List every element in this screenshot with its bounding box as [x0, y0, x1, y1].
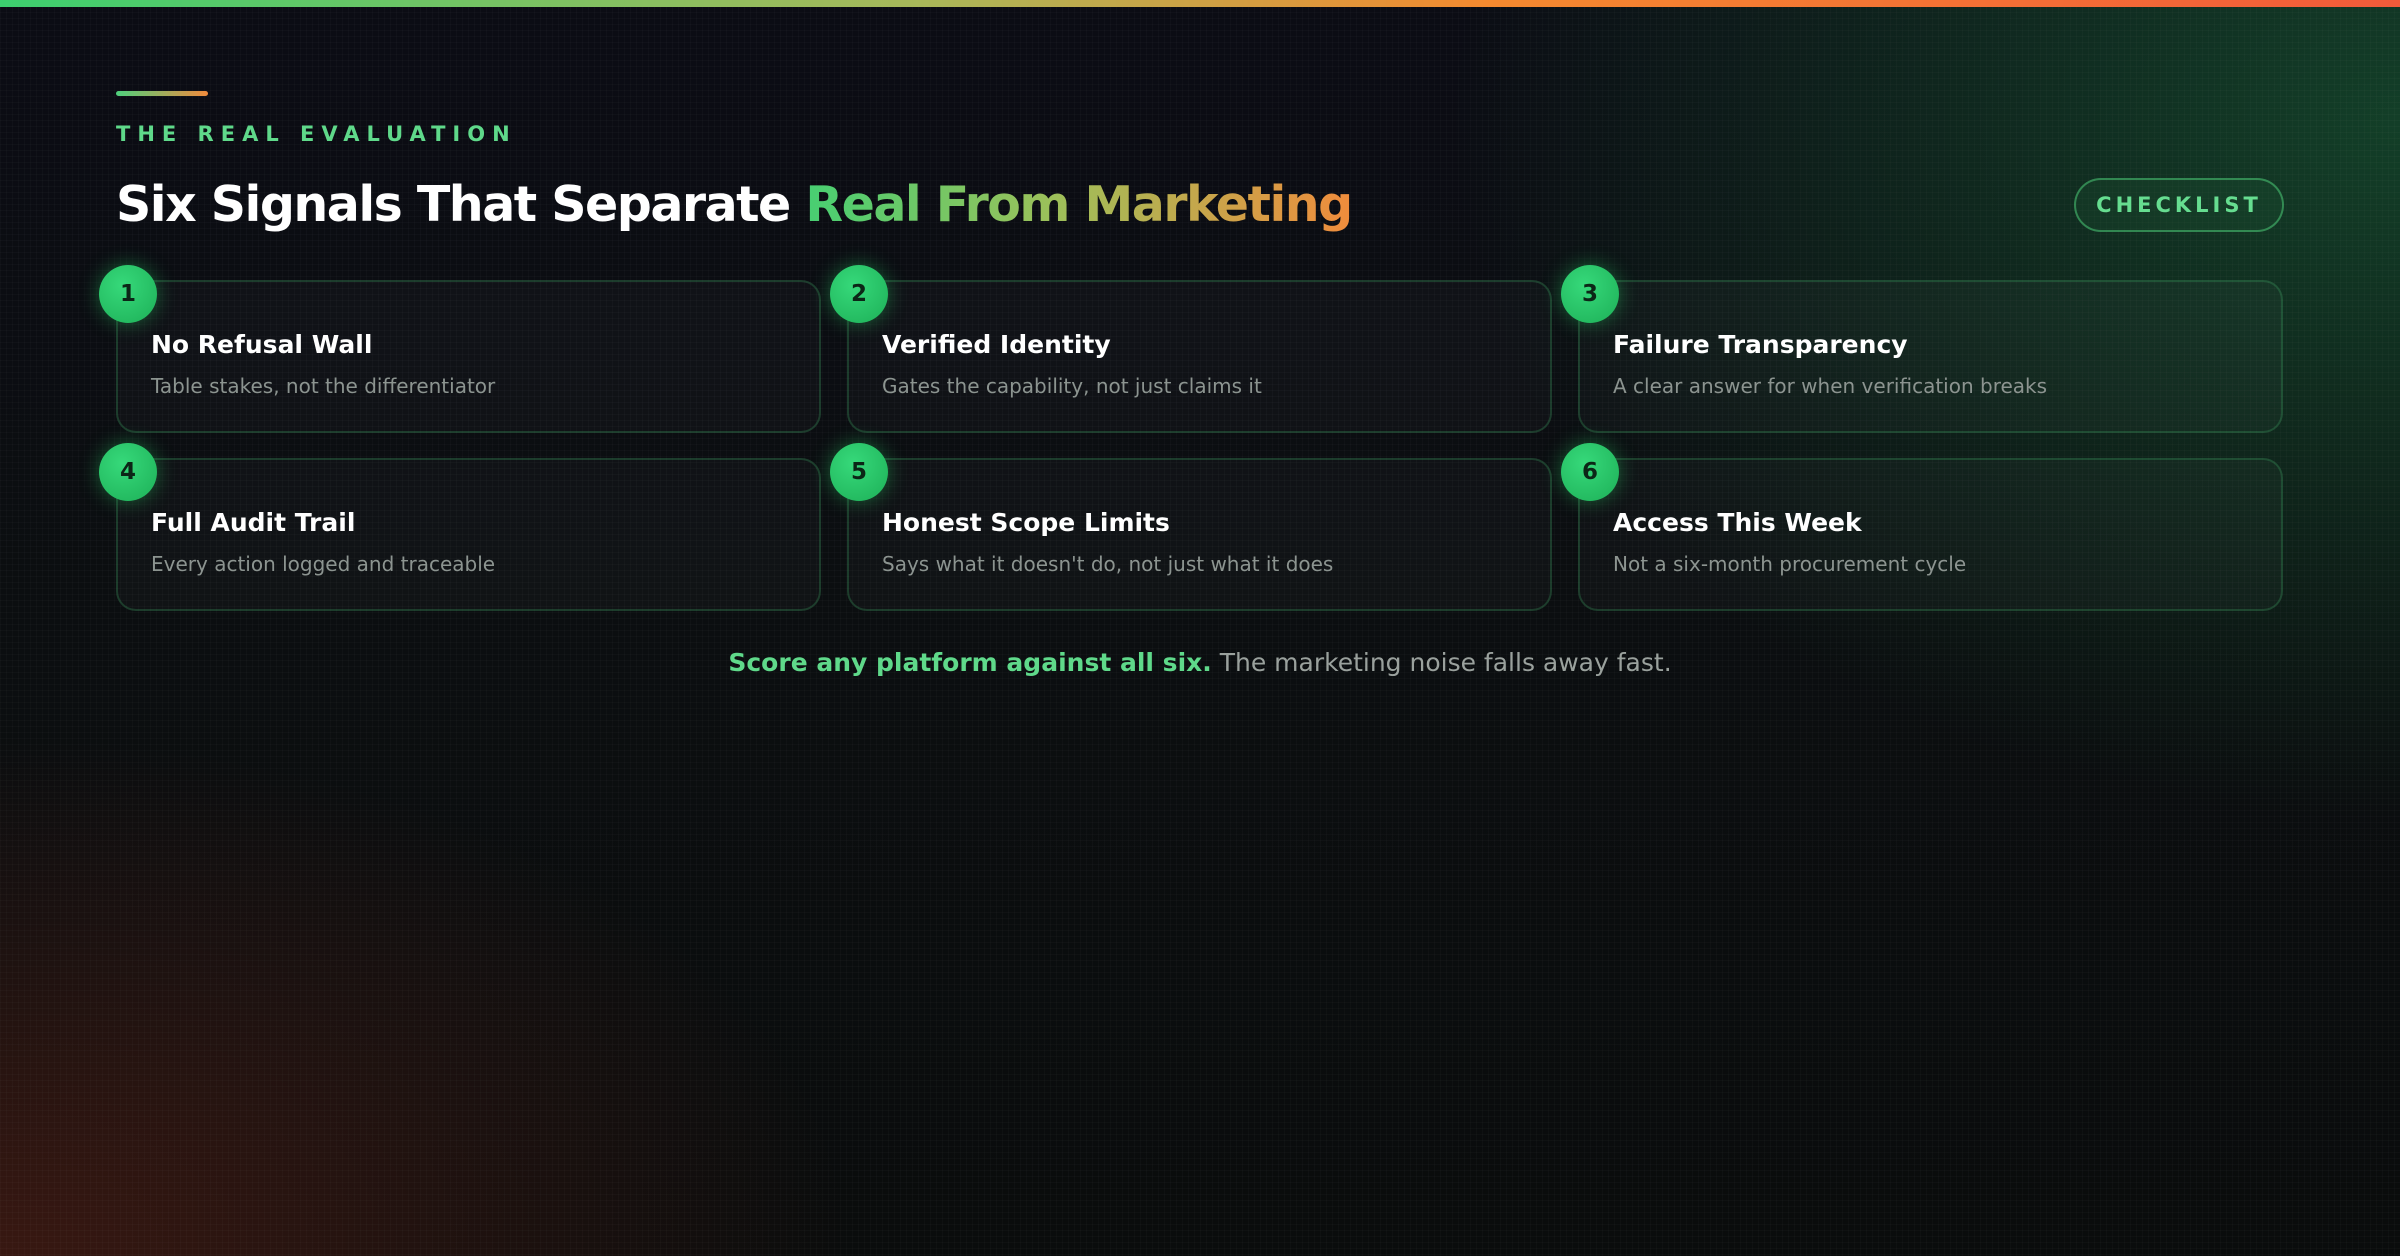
signal-number-badge: 1	[99, 265, 157, 323]
signal-title: Failure Transparency	[1613, 330, 1908, 359]
signal-number-badge: 6	[1561, 443, 1619, 501]
signal-title: Access This Week	[1613, 508, 1862, 537]
signal-card-2: 2 Verified Identity Gates the capability…	[830, 265, 1552, 433]
signal-card-1: 1 No Refusal Wall Table stakes, not the …	[99, 265, 821, 433]
page-title: Six Signals That Separate Real From Mark…	[116, 173, 1353, 237]
footer-summary-rest: The marketing noise falls away fast.	[1219, 648, 1672, 677]
signal-number-badge: 3	[1561, 265, 1619, 323]
footer-summary-strong: Score any platform against all six.	[728, 648, 1212, 677]
signal-description: Gates the capability, not just claims it	[882, 374, 1262, 398]
footer-summary: Score any platform against all six. The …	[116, 648, 2284, 677]
signal-number-badge: 4	[99, 443, 157, 501]
page-title-highlight: Real From Marketing	[805, 176, 1353, 233]
top-gradient-bar	[0, 0, 2400, 7]
signal-card-3: 3 Failure Transparency A clear answer fo…	[1561, 265, 2283, 433]
signal-description: Not a six-month procurement cycle	[1613, 552, 1967, 576]
signal-title: No Refusal Wall	[151, 330, 373, 359]
checklist-button[interactable]: CHECKLIST	[2074, 178, 2284, 232]
signal-title: Verified Identity	[882, 330, 1111, 359]
signal-description: Table stakes, not the differentiator	[151, 374, 496, 398]
eyebrow-label: THE REAL EVALUATION	[116, 122, 517, 146]
signal-card-4: 4 Full Audit Trail Every action logged a…	[99, 443, 821, 611]
signal-card-5: 5 Honest Scope Limits Says what it doesn…	[830, 443, 1552, 611]
signal-number-badge: 2	[830, 265, 888, 323]
signal-title: Full Audit Trail	[151, 508, 356, 537]
signal-description: Says what it doesn't do, not just what i…	[882, 552, 1334, 576]
signal-title: Honest Scope Limits	[882, 508, 1170, 537]
signal-description: A clear answer for when verification bre…	[1613, 374, 2048, 398]
signal-description: Every action logged and traceable	[151, 552, 496, 576]
signal-number-badge: 5	[830, 443, 888, 501]
eyebrow-accent-line	[116, 91, 208, 96]
signal-card-6: 6 Access This Week Not a six-month procu…	[1561, 443, 2283, 611]
page-title-plain: Six Signals That Separate	[116, 176, 806, 233]
